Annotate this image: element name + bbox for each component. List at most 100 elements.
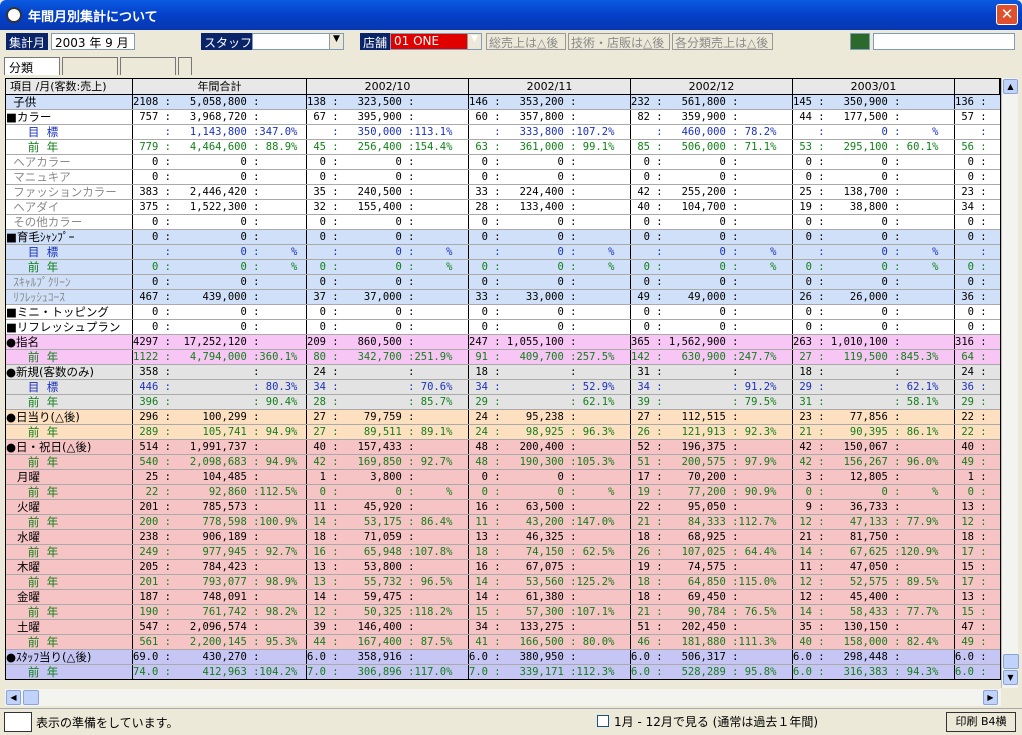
category-sales-option[interactable]: 各分類売上は△後 <box>672 33 773 50</box>
table-cell[interactable]: 0 : 0 : % <box>307 260 469 274</box>
table-cell[interactable]: 540 : 2,098,683 : 94.9% <box>133 455 307 469</box>
table-cell[interactable]: 37 : 37,000 : <box>307 290 469 304</box>
table-cell[interactable]: 232 : 561,800 : <box>631 95 793 109</box>
table-cell[interactable]: 48 : 190,300 :105.3% <box>469 455 631 469</box>
table-cell[interactable]: 39 : 146,400 : <box>307 620 469 634</box>
chevron-down-icon[interactable]: ▼ <box>329 34 343 49</box>
table-cell[interactable]: 36 : <box>955 290 1000 304</box>
table-cell[interactable]: : 0 : % <box>793 125 955 139</box>
table-cell[interactable]: 24 : <box>955 365 1000 379</box>
table-cell[interactable]: 19 : 74,575 : <box>631 560 793 574</box>
table-cell[interactable]: 29 : : 62.1% <box>469 395 631 409</box>
table-row[interactable]: 前 年 0 : 0 : % 0 : 0 : % 0 : 0 : % 0 : 0 … <box>6 260 1000 275</box>
table-cell[interactable]: 0 : 0 : <box>631 170 793 184</box>
table-cell[interactable]: 0 : <box>955 170 1000 184</box>
table-cell[interactable]: 23 : 77,856 : <box>793 410 955 424</box>
table-cell[interactable]: 561 : 2,200,145 : 95.3% <box>133 635 307 649</box>
table-cell[interactable]: 0 : 0 : <box>133 275 307 289</box>
table-row[interactable]: 前 年 1122 : 4,794,000 :360.1% 80 : 342,700… <box>6 350 1000 365</box>
table-row[interactable]: ヘアダイ 375 : 1,522,300 : 32 : 155,400 : 28… <box>6 200 1000 215</box>
table-cell[interactable]: 25 : 138,700 : <box>793 185 955 199</box>
table-row[interactable]: 月曜 25 : 104,485 : 1 : 3,800 : 0 : 0 : 17… <box>6 470 1000 485</box>
table-cell[interactable]: 27 : 79,759 : <box>307 410 469 424</box>
table-cell[interactable]: 42 : 169,850 : 92.7% <box>307 455 469 469</box>
tech-sales-option[interactable]: 技術・店販は△後 <box>568 33 670 50</box>
table-cell[interactable]: 34 : : 52.9% <box>469 380 631 394</box>
table-row[interactable]: ●日当り(△後) 296 : 100,299 : 27 : 79,759 : 2… <box>6 410 1000 425</box>
staff-select[interactable]: ▼ <box>252 33 344 50</box>
table-cell[interactable]: 0 : 0 : <box>793 320 955 334</box>
table-cell[interactable]: 42 : 255,200 : <box>631 185 793 199</box>
table-cell[interactable]: 0 : 0 : <box>631 155 793 169</box>
table-cell[interactable]: 0 : 0 : <box>793 155 955 169</box>
table-cell[interactable]: 0 : <box>955 320 1000 334</box>
calculator-icon[interactable] <box>850 33 870 50</box>
table-cell[interactable]: 779 : 4,464,600 : 88.9% <box>133 140 307 154</box>
table-cell[interactable]: 12 : <box>955 515 1000 529</box>
table-cell[interactable]: 0 : 0 : <box>307 155 469 169</box>
table-cell[interactable]: 14 : 59,475 : <box>307 590 469 604</box>
table-cell[interactable]: 0 : 0 : <box>631 215 793 229</box>
table-row[interactable]: ●新規(客数のみ) 358 : : 24 : : 18 : : 31 : : 1… <box>6 365 1000 380</box>
table-cell[interactable]: 18 : 68,925 : <box>631 530 793 544</box>
table-row[interactable]: 前 年 190 : 761,742 : 98.2% 12 : 50,325 :1… <box>6 605 1000 620</box>
table-cell[interactable]: 7.0 : 306,896 :117.0% <box>307 665 469 679</box>
table-row[interactable]: ■育毛ｼｬﾝﾌﾟｰ 0 : 0 : 0 : 0 : 0 : 0 : 0 : 0 … <box>6 230 1000 245</box>
table-row[interactable]: ●日・祝日(△後) 514 : 1,991,737 : 40 : 157,433… <box>6 440 1000 455</box>
table-cell[interactable]: 29 : <box>955 395 1000 409</box>
table-cell[interactable]: 42 : 156,267 : 96.0% <box>793 455 955 469</box>
table-cell[interactable]: 3 : 12,805 : <box>793 470 955 484</box>
table-cell[interactable]: 51 : 200,575 : 97.9% <box>631 455 793 469</box>
table-cell[interactable]: 190 : 761,742 : 98.2% <box>133 605 307 619</box>
table-cell[interactable]: 48 : 200,400 : <box>469 440 631 454</box>
scroll-thumb[interactable] <box>1003 654 1019 669</box>
tab-4[interactable] <box>178 57 192 75</box>
search-field[interactable] <box>873 33 1015 50</box>
table-cell[interactable]: 34 : <box>955 200 1000 214</box>
table-cell[interactable]: 36 : <box>955 380 1000 394</box>
table-cell[interactable]: 64 : <box>955 350 1000 364</box>
table-cell[interactable]: 14 : 61,380 : <box>469 590 631 604</box>
scroll-down-icon[interactable]: ▼ <box>1003 670 1018 685</box>
table-cell[interactable]: 263 : 1,010,100 : <box>793 335 955 349</box>
table-cell[interactable]: 49 : 49,000 : <box>631 290 793 304</box>
table-cell[interactable]: 200 : 778,598 :100.9% <box>133 515 307 529</box>
table-cell[interactable]: 13 : 55,732 : 96.5% <box>307 575 469 589</box>
table-cell[interactable]: 16 : 65,948 :107.8% <box>307 545 469 559</box>
table-cell[interactable]: 0 : <box>955 305 1000 319</box>
table-cell[interactable]: 17 : 70,200 : <box>631 470 793 484</box>
table-cell[interactable]: 358 : : <box>133 365 307 379</box>
table-cell[interactable]: 22 : <box>955 410 1000 424</box>
table-cell[interactable]: 27 : 112,515 : <box>631 410 793 424</box>
print-button[interactable]: 印刷 B4横 <box>946 712 1016 732</box>
table-cell[interactable]: 17 : <box>955 545 1000 559</box>
table-row[interactable]: 土曜 547 : 2,096,574 : 39 : 146,400 : 34 :… <box>6 620 1000 635</box>
table-cell[interactable]: 0 : 0 : <box>469 275 631 289</box>
table-cell[interactable]: 24 : : <box>307 365 469 379</box>
table-cell[interactable]: 0 : 0 : <box>307 170 469 184</box>
table-cell[interactable]: 12 : 50,325 :118.2% <box>307 605 469 619</box>
table-cell[interactable]: 67 : 395,900 : <box>307 110 469 124</box>
table-cell[interactable]: 547 : 2,096,574 : <box>133 620 307 634</box>
table-cell[interactable]: 49 : <box>955 635 1000 649</box>
table-cell[interactable]: 0 : 0 : <box>307 215 469 229</box>
table-cell[interactable]: 0 : 0 : % <box>469 485 631 499</box>
table-cell[interactable]: 18 : : <box>793 365 955 379</box>
table-cell[interactable]: 26 : 107,025 : 64.4% <box>631 545 793 559</box>
table-cell[interactable]: 514 : 1,991,737 : <box>133 440 307 454</box>
table-cell[interactable]: : 350,000 :113.1% <box>307 125 469 139</box>
table-cell[interactable]: 7.0 : 339,171 :112.3% <box>469 665 631 679</box>
table-cell[interactable]: : 0 : % <box>469 245 631 259</box>
table-cell[interactable]: 0 : 0 : <box>133 155 307 169</box>
table-cell[interactable]: 0 : 0 : <box>307 320 469 334</box>
table-cell[interactable]: 238 : 906,189 : <box>133 530 307 544</box>
table-cell[interactable]: 46 : 181,880 :111.3% <box>631 635 793 649</box>
table-cell[interactable]: 4297 : 17,252,120 : <box>133 335 307 349</box>
table-cell[interactable]: 0 : <box>955 485 1000 499</box>
table-cell[interactable]: 41 : 166,500 : 80.0% <box>469 635 631 649</box>
table-cell[interactable]: 29 : : 62.1% <box>793 380 955 394</box>
table-cell[interactable]: 0 : 0 : <box>469 320 631 334</box>
table-cell[interactable]: 0 : 0 : <box>469 470 631 484</box>
table-row[interactable]: 前 年 289 : 105,741 : 94.9% 27 : 89,511 : … <box>6 425 1000 440</box>
table-cell[interactable]: 25 : 104,485 : <box>133 470 307 484</box>
